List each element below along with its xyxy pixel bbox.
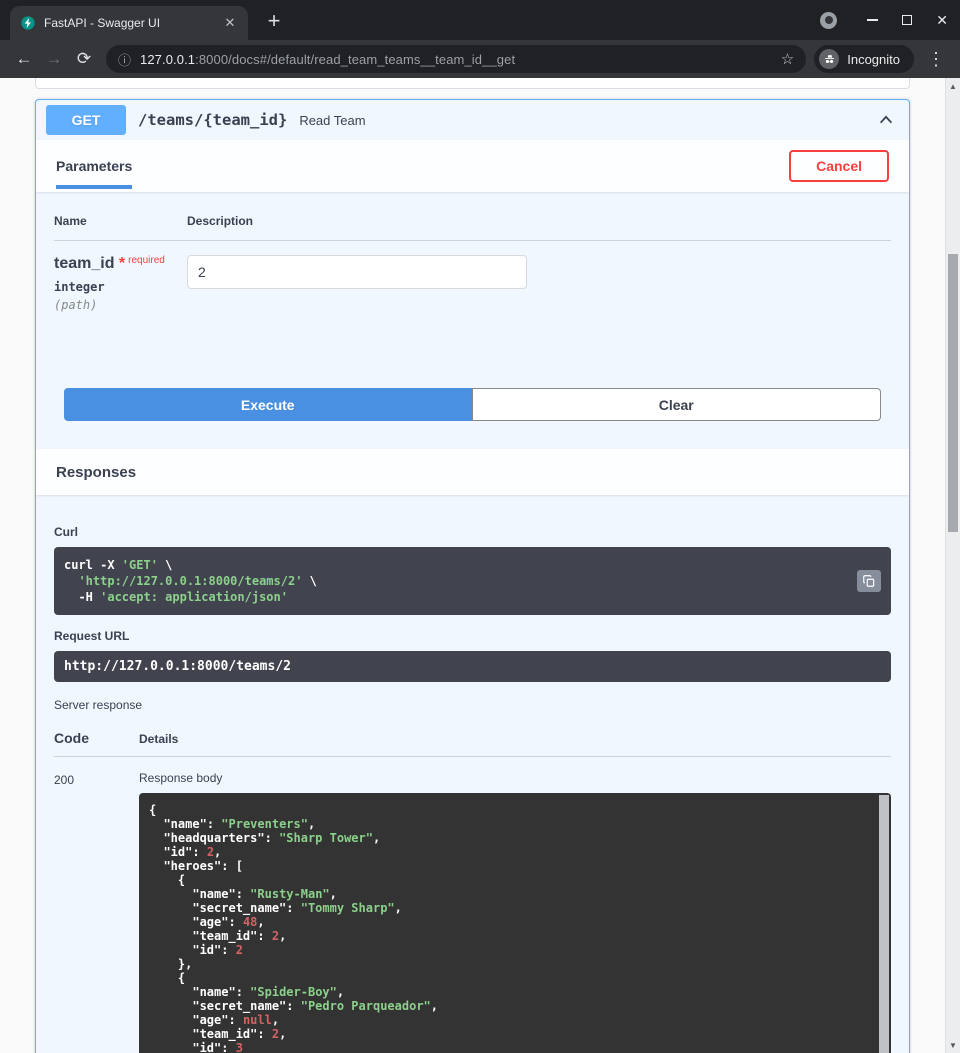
response-body-code: { "name": "Preventers", "headquarters": … [139,793,891,1053]
method-badge: GET [46,105,126,135]
endpoint-path: /teams/{team_id} [138,111,287,129]
param-name: team_id *required [54,255,187,273]
browser-toolbar: ← → ⟳ ⓘ 127.0.0.1:8000/docs#/default/rea… [0,40,960,78]
tab-title: FastAPI - Swagger UI [44,16,214,30]
parameters-header: Parameters Cancel [36,140,909,192]
scroll-up-icon[interactable]: ▲ [946,79,960,93]
url-text: 127.0.0.1:8000/docs#/default/read_team_t… [140,52,772,67]
copy-button[interactable] [857,570,881,592]
url-path: :8000/docs#/default/read_team_teams__tea… [195,52,515,67]
fastapi-favicon-icon [20,15,36,31]
response-body-label: Response body [139,771,891,785]
column-name-header: Name [54,214,187,228]
incognito-icon [819,49,839,69]
required-label: required [128,255,165,266]
maximize-button[interactable] [902,15,912,25]
opblock-get: GET /teams/{team_id} Read Team Parameter… [35,99,910,1053]
team-id-input[interactable] [187,255,527,289]
curl-code: curl -X 'GET' \ 'http://127.0.0.1:8000/t… [54,547,891,615]
execute-button[interactable]: Execute [64,388,472,421]
endpoint-summary: Read Team [299,113,365,128]
menu-icon[interactable]: ⋮ [922,45,950,73]
browser-tab[interactable]: FastAPI - Swagger UI ✕ [10,6,248,40]
curl-code-text: curl -X 'GET' \ 'http://127.0.0.1:8000/t… [64,557,881,605]
url-host: 127.0.0.1 [140,52,195,67]
new-tab-button[interactable]: + [260,8,288,36]
responses-header: Responses [36,449,909,495]
page-scrollbar-thumb[interactable] [948,254,958,532]
window-controls: ✕ [820,0,948,40]
response-row: 200 Response body { "name": "Preventers"… [54,757,891,1053]
profile-icon[interactable] [820,12,837,29]
bookmark-star-icon[interactable]: ☆ [781,50,794,68]
curl-label: Curl [54,525,891,539]
column-description-header: Description [187,214,253,228]
tab-close-icon[interactable]: ✕ [222,15,238,31]
window-close-button[interactable]: ✕ [936,12,948,29]
request-url-label: Request URL [54,629,891,643]
response-scrollbar-thumb[interactable] [879,795,889,1053]
required-asterisk: * [119,255,125,272]
execute-row: Execute Clear [64,388,881,421]
cancel-button[interactable]: Cancel [789,150,889,182]
status-code: 200 [54,771,139,1053]
opblock-header[interactable]: GET /teams/{team_id} Read Team [36,100,909,140]
forward-button[interactable]: → [40,45,68,73]
incognito-label: Incognito [847,52,900,67]
responses-section: Curl curl -X 'GET' \ 'http://127.0.0.1:8… [36,495,909,1053]
reload-button[interactable]: ⟳ [70,45,98,73]
param-type: integer [54,280,187,294]
details-header: Details [139,732,178,746]
clear-button[interactable]: Clear [472,388,882,421]
site-info-icon[interactable]: ⓘ [118,50,131,69]
page-scrollbar[interactable]: ▲ ▼ [945,78,960,1053]
browser-window: FastAPI - Swagger UI ✕ + ✕ ← → ⟳ ⓘ 127.0… [0,0,960,78]
response-scrollbar[interactable] [879,795,889,1053]
parameters-table: Name Description team_id *required integ… [36,192,909,388]
scroll-down-icon[interactable]: ▼ [946,1038,960,1052]
minimize-button[interactable] [867,19,878,21]
request-url-value: http://127.0.0.1:8000/teams/2 [54,651,891,682]
chevron-up-icon[interactable] [877,111,895,129]
responses-title: Responses [56,464,136,481]
previous-section-edge [35,78,910,89]
param-location: (path) [54,298,187,312]
page: GET /teams/{team_id} Read Team Parameter… [0,78,960,1053]
tab-strip: FastAPI - Swagger UI ✕ + ✕ [0,0,960,40]
url-bar[interactable]: ⓘ 127.0.0.1:8000/docs#/default/read_team… [106,45,806,73]
back-button[interactable]: ← [10,45,38,73]
parameter-row: team_id *required integer (path) [54,241,891,388]
response-json-text: { "name": "Preventers", "headquarters": … [149,803,867,1053]
code-header: Code [54,730,139,746]
server-response-label: Server response [54,698,891,712]
tab-parameters[interactable]: Parameters [56,158,132,174]
incognito-badge: Incognito [814,45,914,73]
